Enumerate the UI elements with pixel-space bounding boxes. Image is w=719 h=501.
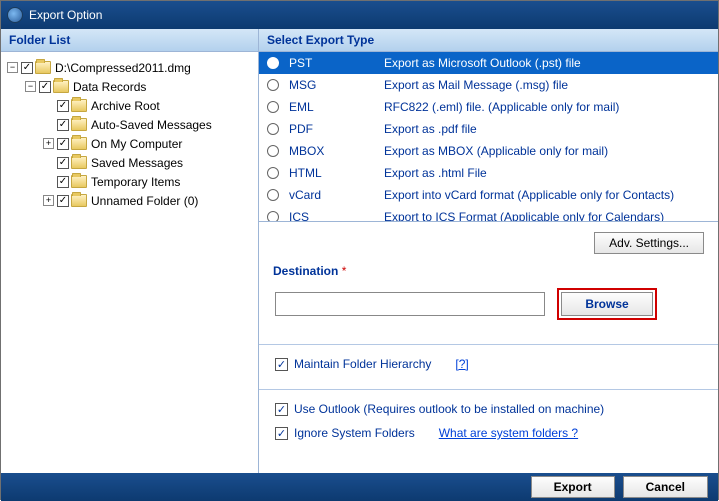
tree-item-label: Temporary Items [91, 175, 180, 189]
destination-label: Destination [273, 264, 338, 278]
folder-icon [71, 194, 87, 207]
expand-icon[interactable]: + [43, 195, 54, 206]
export-desc-label: Export as Mail Message (.msg) file [384, 78, 718, 92]
tree-item-label: Archive Root [91, 99, 160, 113]
destination-input[interactable] [275, 292, 545, 316]
folder-icon [71, 118, 87, 131]
export-format-label: vCard [289, 188, 384, 202]
export-desc-label: Export as .html File [384, 166, 718, 180]
required-asterisk: * [342, 264, 347, 278]
folder-icon [71, 99, 87, 112]
dialog-footer: Export Cancel [1, 473, 718, 501]
export-type-row[interactable]: ICSExport to ICS Format (Applicable only… [259, 206, 718, 222]
export-desc-label: Export as MBOX (Applicable only for mail… [384, 144, 718, 158]
tree-checkbox[interactable]: ✓ [57, 195, 69, 207]
export-desc-label: Export to ICS Format (Applicable only fo… [384, 210, 718, 222]
collapse-icon[interactable]: − [25, 81, 36, 92]
export-type-radio[interactable] [267, 57, 279, 69]
folder-icon [53, 80, 69, 93]
folder-tree[interactable]: −✓D:\Compressed2011.dmg−✓Data Records✓Ar… [1, 52, 258, 216]
hierarchy-help-link[interactable]: [?] [455, 357, 468, 371]
folder-list-panel: Folder List −✓D:\Compressed2011.dmg−✓Dat… [1, 29, 259, 473]
tree-checkbox[interactable]: ✓ [21, 62, 33, 74]
export-format-label: MBOX [289, 144, 384, 158]
browse-button[interactable]: Browse [561, 292, 653, 316]
folder-icon [35, 61, 51, 74]
tree-checkbox[interactable]: ✓ [57, 100, 69, 112]
divider [259, 344, 718, 345]
tree-item[interactable]: ✓ Archive Root [7, 96, 258, 115]
export-type-row[interactable]: PDFExport as .pdf file [259, 118, 718, 140]
export-button[interactable]: Export [531, 476, 615, 498]
use-outlook-checkbox[interactable] [275, 403, 288, 416]
folder-icon [71, 137, 87, 150]
tree-checkbox[interactable]: ✓ [57, 138, 69, 150]
folder-icon [71, 156, 87, 169]
tree-item-label: Unnamed Folder (0) [91, 194, 198, 208]
ignore-system-checkbox[interactable] [275, 427, 288, 440]
export-format-label: PST [289, 56, 384, 70]
tree-item[interactable]: ✓ Temporary Items [7, 172, 258, 191]
tree-checkbox[interactable]: ✓ [57, 119, 69, 131]
maintain-hierarchy-checkbox[interactable] [275, 358, 288, 371]
export-type-radio[interactable] [267, 211, 279, 222]
export-type-radio[interactable] [267, 167, 279, 179]
export-format-label: PDF [289, 122, 384, 136]
export-type-radio[interactable] [267, 123, 279, 135]
export-type-header: Select Export Type [259, 29, 718, 52]
tree-item-label: D:\Compressed2011.dmg [55, 61, 191, 75]
export-type-row[interactable]: MBOXExport as MBOX (Applicable only for … [259, 140, 718, 162]
export-type-row[interactable]: HTMLExport as .html File [259, 162, 718, 184]
export-desc-label: Export into vCard format (Applicable onl… [384, 188, 718, 202]
export-type-radio[interactable] [267, 101, 279, 113]
expand-icon[interactable]: + [43, 138, 54, 149]
export-type-row[interactable]: PSTExport as Microsoft Outlook (.pst) fi… [259, 52, 718, 74]
use-outlook-label: Use Outlook (Requires outlook to be inst… [294, 402, 604, 416]
export-format-label: HTML [289, 166, 384, 180]
maintain-hierarchy-label: Maintain Folder Hierarchy [294, 357, 431, 371]
export-desc-label: Export as Microsoft Outlook (.pst) file [384, 56, 718, 70]
tree-item-label: Auto-Saved Messages [91, 118, 212, 132]
export-format-label: ICS [289, 210, 384, 222]
tree-item[interactable]: ✓ Saved Messages [7, 153, 258, 172]
folder-icon [71, 175, 87, 188]
divider-2 [259, 389, 718, 390]
export-type-row[interactable]: MSGExport as Mail Message (.msg) file [259, 74, 718, 96]
export-desc-label: RFC822 (.eml) file. (Applicable only for… [384, 100, 718, 114]
app-icon [7, 7, 23, 23]
tree-item-label: Data Records [73, 80, 146, 94]
tree-checkbox[interactable]: ✓ [39, 81, 51, 93]
export-type-radio[interactable] [267, 145, 279, 157]
window-title: Export Option [29, 8, 102, 22]
system-folders-help-link[interactable]: What are system folders ? [439, 426, 578, 440]
ignore-system-label: Ignore System Folders [294, 426, 415, 440]
folder-list-header: Folder List [1, 29, 258, 52]
export-desc-label: Export as .pdf file [384, 122, 718, 136]
tree-item[interactable]: +✓ On My Computer [7, 134, 258, 153]
export-type-list[interactable]: PSTExport as Microsoft Outlook (.pst) fi… [259, 52, 718, 222]
cancel-button[interactable]: Cancel [623, 476, 708, 498]
export-panel: Select Export Type PSTExport as Microsof… [259, 29, 718, 473]
export-type-radio[interactable] [267, 189, 279, 201]
browse-highlight: Browse [557, 288, 657, 320]
titlebar: Export Option [1, 1, 718, 29]
export-type-row[interactable]: EMLRFC822 (.eml) file. (Applicable only … [259, 96, 718, 118]
export-format-label: MSG [289, 78, 384, 92]
tree-item-label: Saved Messages [91, 156, 183, 170]
tree-checkbox[interactable]: ✓ [57, 157, 69, 169]
tree-item[interactable]: −✓ Data Records [7, 77, 258, 96]
collapse-icon[interactable]: − [7, 62, 18, 73]
adv-settings-button[interactable]: Adv. Settings... [594, 232, 704, 254]
export-type-row[interactable]: vCardExport into vCard format (Applicabl… [259, 184, 718, 206]
tree-checkbox[interactable]: ✓ [57, 176, 69, 188]
export-format-label: EML [289, 100, 384, 114]
tree-item[interactable]: +✓ Unnamed Folder (0) [7, 191, 258, 210]
tree-item[interactable]: ✓ Auto-Saved Messages [7, 115, 258, 134]
tree-item-label: On My Computer [91, 137, 182, 151]
export-type-radio[interactable] [267, 79, 279, 91]
tree-item[interactable]: −✓ D:\Compressed2011.dmg [7, 58, 258, 77]
